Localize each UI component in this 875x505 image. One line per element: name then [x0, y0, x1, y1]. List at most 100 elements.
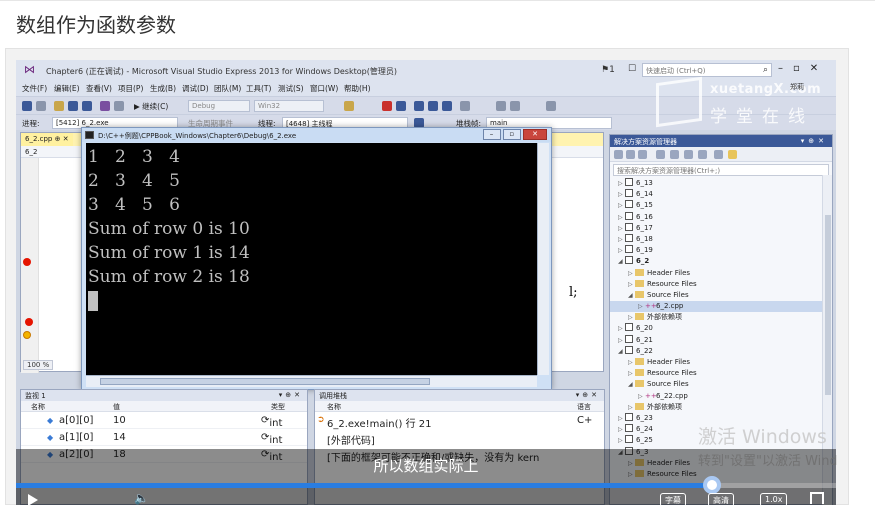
refresh-icon — [670, 150, 679, 159]
project-icon — [625, 211, 633, 220]
quick-launch-placeholder: 快速启动 (Ctrl+Q) — [646, 67, 706, 75]
collapsed-arrow-icon: ▷ — [628, 269, 633, 277]
collapsed-arrow-icon: ▷ — [618, 224, 623, 232]
play-icon[interactable] — [28, 494, 38, 505]
collapsed-arrow-icon: ▷ — [618, 414, 623, 422]
call-stack-row-name: 6_2.exe!main() 行 21 — [327, 419, 432, 430]
folder-icon — [635, 313, 644, 321]
speed-button[interactable]: 1.0x — [760, 493, 788, 505]
folder-icon — [635, 268, 644, 276]
progress-track[interactable] — [16, 476, 836, 494]
solution-tree-item-label: 6_13 — [636, 179, 653, 187]
step-over-icon — [428, 101, 438, 111]
quality-button[interactable]: 高清 — [708, 493, 734, 505]
solution-tree-item: ▷ 6_16 — [610, 211, 832, 223]
solution-tree-item: ◢ 6_2 — [610, 256, 832, 267]
code-view-icon — [714, 150, 723, 159]
solution-tree-item-label: 6_2.cpp — [656, 302, 684, 311]
save-all-icon — [82, 101, 92, 111]
project-icon — [625, 189, 633, 198]
current-frame-icon: ➲ — [317, 415, 325, 425]
project-icon — [625, 222, 633, 231]
window-controls: –▫✕ — [778, 63, 829, 74]
collapsed-arrow-icon: ▷ — [638, 303, 643, 311]
visual-studio-logo-icon: ⋈ — [24, 63, 35, 76]
pane-controls: ▾⊕✕ — [278, 391, 303, 399]
console-cursor — [88, 291, 98, 311]
solution-tree-item-label: 6_15 — [636, 201, 653, 210]
project-icon — [625, 424, 633, 433]
console-close-button: ✕ — [523, 129, 547, 140]
watermark-brand: 学堂在线 — [710, 107, 814, 127]
solution-tree-item: ▷ Resource Files — [610, 279, 832, 290]
solution-tree-item: ▷ Header Files — [610, 357, 832, 368]
collapsed-arrow-icon: ▷ — [618, 426, 623, 434]
console-line: Sum of row 0 is 10 — [88, 219, 250, 239]
console-titlebar: D:\C++例题\CPPBook_Windows\Chapter6\Debug\… — [82, 128, 551, 142]
hex-icon — [460, 101, 470, 111]
cpp-file-icon: ++ — [645, 302, 657, 311]
editor-tab-label: 6_2.cpp — [25, 135, 53, 143]
solution-tree-item: ▷ 6_19 — [610, 245, 832, 256]
feedback-icon: ☐ — [628, 64, 637, 74]
menu-debug: 调试(D) — [182, 84, 209, 93]
fullscreen-icon[interactable] — [810, 492, 824, 504]
console-vertical-scrollbar — [537, 143, 549, 375]
menu-edit: 编辑(E) — [54, 84, 80, 93]
sync-icon — [656, 150, 665, 159]
editor-gutter — [21, 158, 39, 373]
console-minimize-button: – — [482, 129, 501, 140]
collapsed-arrow-icon: ▷ — [618, 180, 623, 187]
solution-tree-item-label: Source Files — [647, 290, 689, 299]
console-title: D:\C++例题\CPPBook_Windows\Chapter6\Debug\… — [98, 132, 297, 140]
collapse-all-icon — [684, 150, 693, 159]
watch-header: 监视 1 ▾⊕✕ — [21, 390, 307, 401]
project-icon — [625, 256, 633, 265]
solution-tree-item-label: Source Files — [647, 380, 689, 389]
project-icon — [625, 245, 633, 254]
solution-tree-item: ▷ 6_18 — [610, 233, 832, 245]
stop-debugging-icon — [382, 101, 392, 111]
step-out-icon — [442, 101, 452, 111]
folder-icon — [635, 279, 644, 287]
solution-explorer-toolbar — [610, 147, 832, 162]
solution-tree-item-label: 6_17 — [636, 223, 653, 232]
watch-row-type: ⟳ int — [261, 432, 283, 446]
project-icon — [625, 345, 633, 354]
restart-icon — [396, 101, 406, 111]
console-line: 1 2 3 4 — [88, 147, 180, 167]
top-divider — [0, 0, 875, 1]
progress-handle[interactable] — [703, 476, 722, 494]
properties-icon — [728, 150, 737, 159]
expanded-arrow-icon: ◢ — [618, 347, 623, 355]
menu-tools: 工具(T) — [246, 84, 272, 93]
ide-window-title: Chapter6 (正在调试) - Microsoft Visual Studi… — [46, 67, 397, 76]
back-icon — [22, 101, 32, 111]
pane-controls: ▾⊕✕ — [575, 391, 600, 399]
forward-icon — [626, 150, 635, 159]
volume-icon[interactable]: 🔈 — [134, 491, 149, 505]
console-maximize-button: ▫ — [502, 129, 521, 140]
folder-icon — [635, 290, 644, 298]
breakpoint-marker-icon — [23, 258, 31, 266]
menu-build: 生成(B) — [150, 84, 176, 93]
project-icon — [625, 412, 633, 421]
solution-tree-item-label: 外部依赖项 — [647, 313, 682, 322]
process-label: 进程: — [22, 119, 40, 128]
notification-flag-icon: ⚑1 — [601, 65, 615, 75]
call-stack-column-header: 名称 语言 — [315, 401, 604, 412]
find-icon — [344, 101, 354, 111]
platform-dropdown: Win32 — [254, 100, 324, 112]
save-icon — [68, 101, 78, 111]
scope-label: 6_2 — [25, 148, 38, 156]
solution-tree-item-label: 6_22.cpp — [656, 391, 688, 400]
subtitles-button[interactable]: 字幕 — [660, 493, 686, 505]
cpp-file-icon: ++ — [645, 391, 657, 400]
console-horizontal-scrollbar — [86, 375, 537, 387]
menu-test: 测试(S) — [278, 84, 304, 93]
show-all-files-icon — [698, 150, 707, 159]
project-icon — [625, 323, 633, 332]
console-scroll-thumb — [100, 378, 430, 385]
uncomment-icon — [510, 101, 520, 111]
solution-tree-item-label: Header Files — [647, 358, 691, 366]
